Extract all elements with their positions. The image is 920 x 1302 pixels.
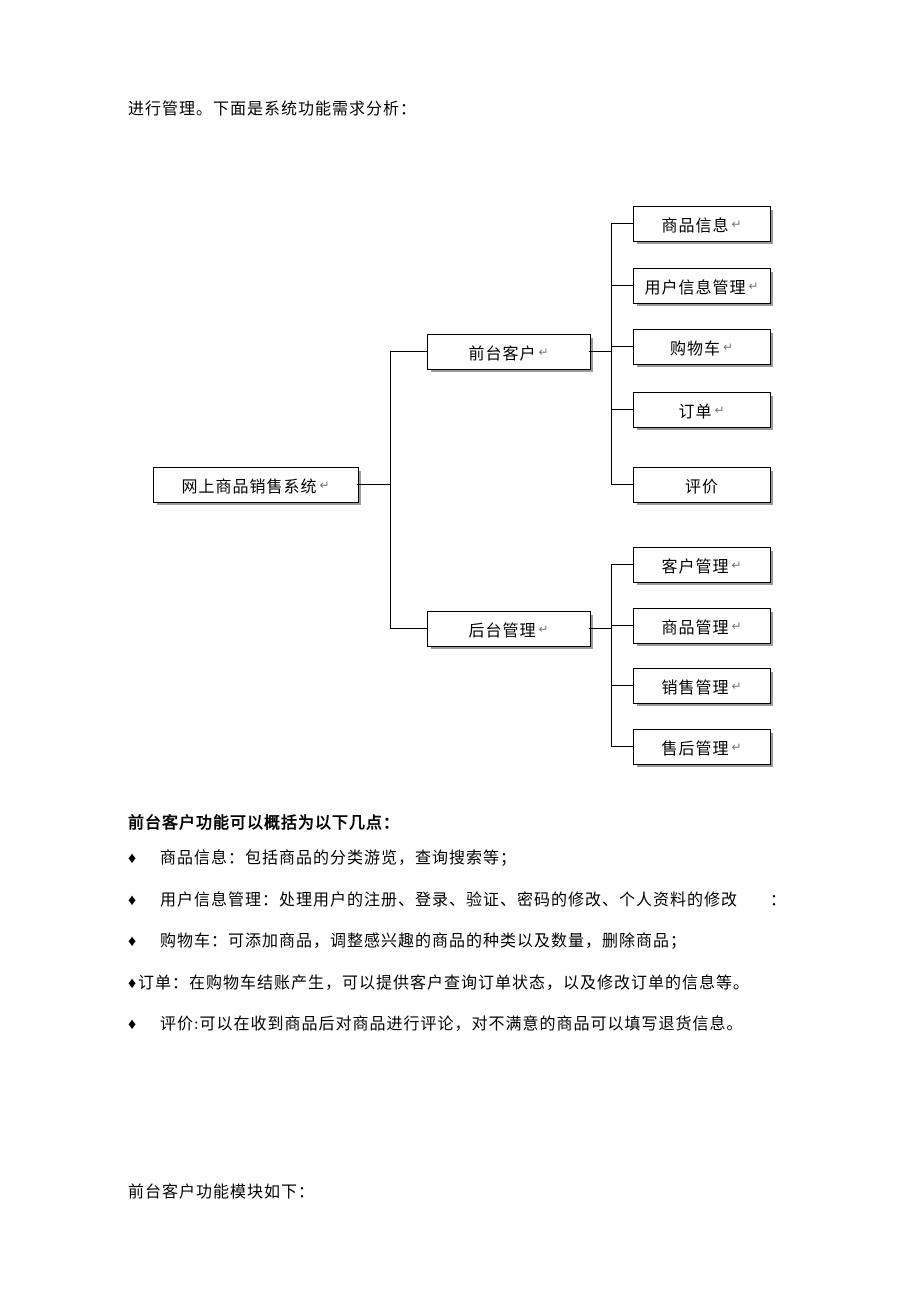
connector — [611, 223, 612, 484]
connector — [357, 484, 390, 485]
node-leaf-sales-mgmt: 销售管理↵ — [633, 668, 769, 702]
bullet-item: ♦ 商品信息：包括商品的分类游览，查询搜索等； — [128, 838, 787, 880]
function-tree-diagram: 网上商品销售系统↵ 前台客户↵ 后台管理↵ 商品信息↵ 用户信息管理↵ 购物车↵… — [0, 0, 920, 760]
connector — [611, 285, 633, 286]
node-leaf-cart: 购物车↵ — [633, 329, 769, 363]
bullet-text: 用户信息管理：处理用户的注册、登录、验证、密码的修改、个人资料的修改： — [160, 880, 787, 922]
leaf-label: 售后管理 — [661, 735, 729, 759]
bullet-text: 评价:可以在收到商品后对商品进行评论，对不满意的商品可以填写退货信息。 — [160, 1004, 743, 1046]
connector — [611, 484, 633, 485]
connector — [611, 685, 633, 686]
connector — [611, 564, 612, 746]
leaf-label: 销售管理 — [661, 674, 729, 698]
node-backend: 后台管理↵ — [427, 611, 589, 645]
node-leaf-user-info: 用户信息管理↵ — [633, 268, 769, 302]
node-leaf-order: 订单↵ — [633, 392, 769, 426]
leaf-label: 商品信息 — [661, 212, 729, 236]
footer-text: 前台客户功能模块如下： — [128, 1178, 315, 1202]
bullet-item: ♦ 用户信息管理：处理用户的注册、登录、验证、密码的修改、个人资料的修改： — [128, 880, 787, 922]
bullet-item: ♦ 评价:可以在收到商品后对商品进行评论，对不满意的商品可以填写退货信息。 — [128, 1004, 787, 1046]
connector — [589, 628, 611, 629]
connector — [611, 625, 633, 626]
connector — [611, 746, 633, 747]
diamond-icon: ♦ — [128, 838, 160, 880]
connector — [390, 351, 391, 628]
node-leaf-product-mgmt: 商品管理↵ — [633, 608, 769, 642]
leaf-label: 客户管理 — [661, 553, 729, 577]
connector — [390, 351, 427, 352]
node-root: 网上商品销售系统↵ — [153, 467, 357, 501]
node-frontend: 前台客户↵ — [427, 334, 589, 368]
bullet-text: 商品信息：包括商品的分类游览，查询搜索等； — [160, 838, 517, 880]
bullet-list: ♦ 商品信息：包括商品的分类游览，查询搜索等； ♦ 用户信息管理：处理用户的注册… — [128, 838, 787, 1046]
bullet-item: ♦ 购物车：可添加商品，调整感兴趣的商品的种类以及数量，删除商品； — [128, 921, 787, 963]
connector — [611, 223, 633, 224]
node-leaf-aftersale-mgmt: 售后管理↵ — [633, 729, 769, 763]
leaf-label: 用户信息管理 — [644, 274, 746, 298]
leaf-label: 订单 — [678, 398, 712, 422]
section-heading: 前台客户功能可以概括为以下几点： — [128, 815, 400, 832]
connector — [611, 409, 633, 410]
node-root-label: 网上商品销售系统 — [181, 473, 317, 497]
leaf-label: 商品管理 — [661, 614, 729, 638]
bullet-text: 订单：在购物车结账产生，可以提供客户查询订单状态，以及修改订单的信息等。 — [138, 963, 750, 1005]
bullet-item: ♦ 订单：在购物车结账产生，可以提供客户查询订单状态，以及修改订单的信息等。 — [128, 963, 787, 1005]
node-frontend-label: 前台客户 — [468, 340, 536, 364]
node-backend-label: 后台管理 — [468, 617, 536, 641]
connector — [589, 351, 611, 352]
node-leaf-review: 评价 — [633, 467, 769, 501]
node-leaf-product-info: 商品信息↵ — [633, 206, 769, 240]
diamond-icon: ♦ — [128, 1004, 160, 1046]
connector — [611, 346, 633, 347]
node-leaf-customer-mgmt: 客户管理↵ — [633, 547, 769, 581]
diamond-icon: ♦ — [128, 880, 160, 922]
bullet-text: 购物车：可添加商品，调整感兴趣的商品的种类以及数量，删除商品； — [160, 921, 687, 963]
connector — [611, 564, 633, 565]
connector — [390, 628, 427, 629]
diamond-icon: ♦ — [128, 921, 160, 963]
leaf-label: 评价 — [685, 473, 719, 497]
leaf-label: 购物车 — [670, 335, 721, 359]
diamond-icon: ♦ — [128, 963, 138, 1005]
